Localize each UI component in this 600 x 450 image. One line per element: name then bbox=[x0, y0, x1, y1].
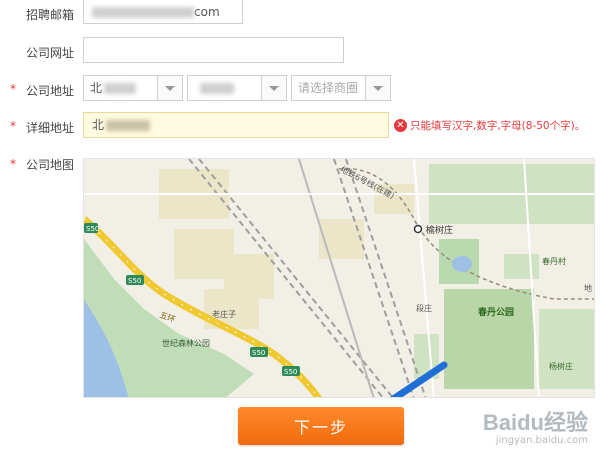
detail-address-value: 北 bbox=[92, 118, 105, 132]
next-step-button[interactable]: 下一步 bbox=[238, 407, 404, 445]
chevron-down-icon bbox=[261, 76, 286, 100]
province-select[interactable]: 北 bbox=[83, 75, 183, 101]
chevron-down-icon bbox=[157, 76, 182, 100]
map-label-century-forest-park: 世纪森林公园 bbox=[162, 338, 210, 348]
error-icon: ✕ bbox=[394, 119, 407, 132]
pointer-arrow-head bbox=[364, 397, 389, 398]
district-select[interactable]: 请选择商圈 bbox=[291, 75, 391, 101]
watermark-domain: jingyan.baidu.com bbox=[495, 435, 588, 446]
map-label-duanzhuang: 段庄 bbox=[416, 303, 432, 313]
email-value-suffix: com bbox=[194, 5, 220, 19]
map-canvas: S50 S50 S50 S50 地铁6号线(在建) 榆树庄 春丹村 老庄子 段庄… bbox=[84, 159, 594, 398]
chevron-down-icon bbox=[365, 76, 390, 100]
email-label: 招聘邮箱 bbox=[25, 8, 74, 22]
map-label: 公司地图 bbox=[25, 158, 74, 172]
map-label-rail-right: 地 bbox=[584, 283, 592, 293]
district-placeholder: 请选择商圈 bbox=[298, 81, 359, 95]
website-field[interactable] bbox=[83, 37, 344, 63]
detail-address-field[interactable]: 北 bbox=[83, 112, 389, 138]
map-shield-label: S50 bbox=[86, 225, 99, 233]
province-value: 北 bbox=[90, 76, 137, 100]
map-label-yangshuzhuang: 杨树庄 bbox=[549, 361, 573, 371]
map-shield-label: S50 bbox=[252, 349, 265, 357]
map-shield-label: S50 bbox=[128, 277, 141, 285]
map-shield-label: S50 bbox=[284, 368, 297, 376]
map-label-chundan-park: 春丹公园 bbox=[477, 306, 514, 318]
email-field[interactable]: com bbox=[83, 0, 243, 24]
map-label-yushuzhuang: 榆树庄 bbox=[426, 224, 453, 236]
detail-address-label: 详细地址 bbox=[25, 121, 74, 135]
detail-address-error: 只能填写汉字,数字,字母(8-50个字)。 bbox=[410, 120, 586, 132]
watermark-brand: Baidu经验 bbox=[482, 410, 588, 435]
map-label-chundan-village: 春丹村 bbox=[542, 256, 566, 266]
baidu-watermark: Baidu经验 jingyan.baidu.com bbox=[483, 405, 588, 446]
email-redacted bbox=[92, 7, 194, 18]
map-label-laozhuangzi: 老庄子 bbox=[212, 309, 236, 319]
address-label: 公司地址 bbox=[25, 84, 74, 98]
city-value bbox=[194, 76, 234, 100]
website-label: 公司网址 bbox=[25, 46, 74, 60]
city-select[interactable] bbox=[187, 75, 287, 101]
company-map[interactable]: S50 S50 S50 S50 地铁6号线(在建) 榆树庄 春丹村 老庄子 段庄… bbox=[83, 158, 595, 398]
